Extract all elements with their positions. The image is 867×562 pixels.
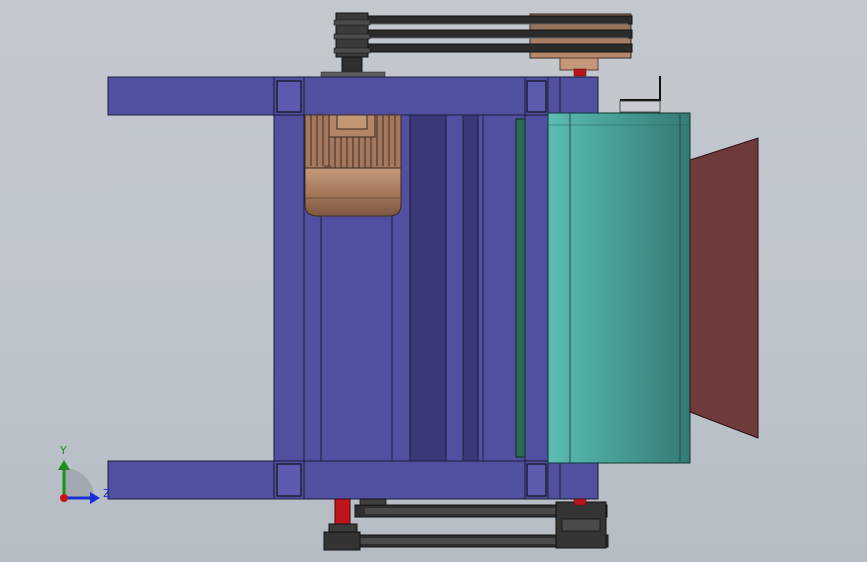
top-belt-3 xyxy=(339,43,633,53)
frame-drum-post-bottom xyxy=(547,462,599,500)
motor[interactable] xyxy=(304,114,402,217)
x-axis-dot xyxy=(60,494,68,502)
chute-plate[interactable] xyxy=(689,137,759,439)
y-axis-arrow xyxy=(58,460,70,470)
y-axis-label: Y xyxy=(60,444,67,457)
tube-end-bl xyxy=(276,463,302,497)
bottom-left-pulley[interactable] xyxy=(323,531,361,551)
frame-dark-channel xyxy=(409,114,447,462)
top-drum-shaft xyxy=(559,57,599,71)
frame-slot-1 xyxy=(462,114,479,462)
discharge-chute[interactable] xyxy=(689,137,759,439)
axis-triad xyxy=(58,460,100,504)
top-belt-1 xyxy=(339,15,633,25)
frame-top-beam[interactable] xyxy=(107,76,549,116)
drum-bracket xyxy=(620,76,661,101)
cad-viewport[interactable]: Y Z xyxy=(0,0,867,562)
drum[interactable] xyxy=(547,76,691,464)
drum-body[interactable] xyxy=(547,112,691,464)
top-belt-drive[interactable] xyxy=(320,12,633,78)
top-motor-shaft xyxy=(341,56,363,74)
triad-quarter-disc xyxy=(64,468,94,498)
z-axis-arrow xyxy=(90,492,100,504)
tube-end-tl xyxy=(276,80,302,113)
tube-end-br xyxy=(526,463,547,497)
frame-bottom-beam[interactable] xyxy=(107,460,549,500)
tube-end-tr xyxy=(526,80,547,113)
top-belt-2 xyxy=(339,29,633,39)
bottom-belt-drive[interactable] xyxy=(323,498,609,551)
side-panel-green xyxy=(515,118,526,458)
frame-drum-post-top xyxy=(547,76,599,114)
bottom-left-shaft xyxy=(334,498,351,526)
model-canvas[interactable] xyxy=(0,0,867,562)
z-axis-label: Z xyxy=(103,487,111,500)
motor-fan-cover xyxy=(304,167,402,217)
